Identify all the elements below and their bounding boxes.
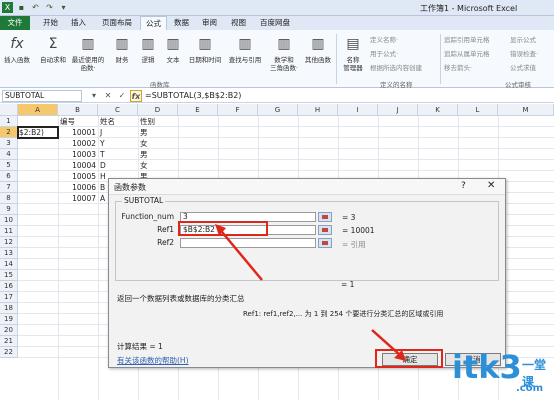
annotation-arrows — [215, 224, 406, 361]
arrow-line — [221, 231, 263, 281]
arrow-line — [371, 329, 401, 356]
watermark-logo: itk3 — [452, 348, 522, 386]
watermark-cn: 一堂课 — [522, 358, 547, 389]
